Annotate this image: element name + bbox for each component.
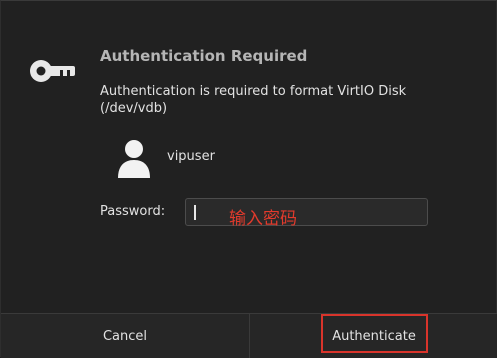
authentication-dialog: Authentication Required Authentication i… bbox=[0, 0, 497, 358]
button-row: Cancel Authenticate bbox=[1, 314, 497, 358]
text-caret bbox=[194, 205, 196, 220]
cancel-button[interactable]: Cancel bbox=[1, 314, 250, 358]
cancel-button-label: Cancel bbox=[102, 328, 148, 344]
password-label: Password: bbox=[100, 204, 166, 219]
username: vipuser bbox=[167, 149, 215, 164]
user-icon bbox=[118, 140, 150, 178]
password-field[interactable] bbox=[185, 198, 428, 226]
dialog-message: Authentication is required to format Vir… bbox=[100, 84, 407, 116]
dialog-title: Authentication Required bbox=[100, 47, 308, 65]
highlight-box bbox=[321, 314, 428, 353]
key-icon bbox=[30, 60, 75, 82]
authenticate-button[interactable]: Authenticate bbox=[250, 314, 497, 358]
annotation-text: 输入密码 bbox=[229, 209, 297, 229]
